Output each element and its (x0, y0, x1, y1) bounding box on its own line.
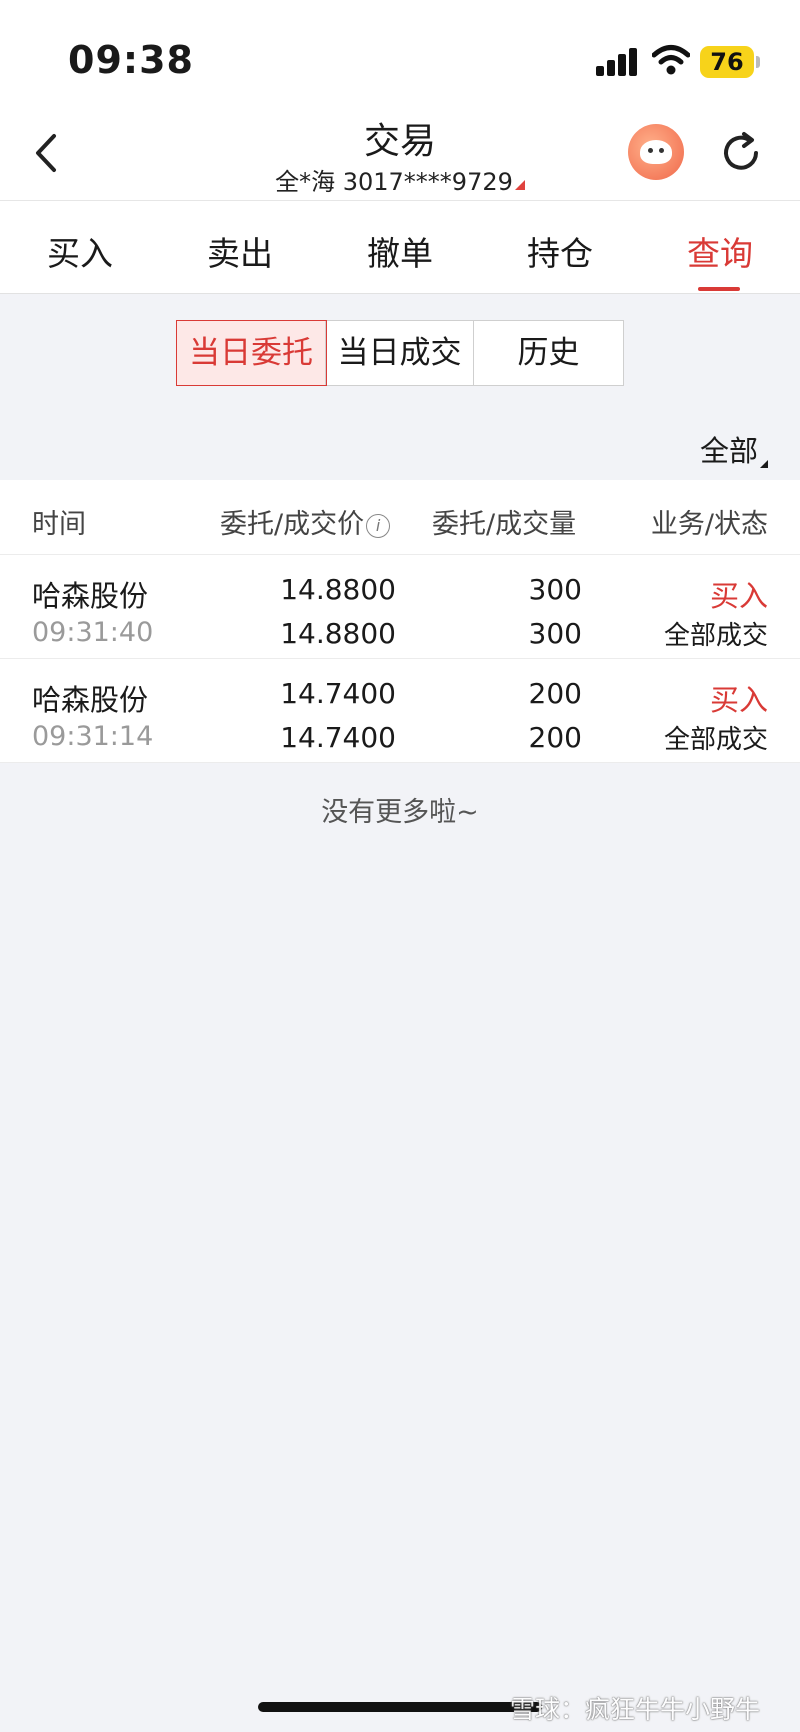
business-type: 买入 (709, 683, 768, 717)
status-bar: 09:38 76 (0, 0, 800, 110)
account-label: 全*海 3017****9729 (275, 168, 513, 196)
assistant-face-icon (640, 140, 672, 164)
segment-history[interactable]: 历史 (474, 321, 623, 385)
query-segment-control: 当日委托 当日成交 历史 (176, 320, 624, 386)
order-time: 09:31:14 (32, 721, 154, 752)
watermark-text: 雪球：疯狂牛牛小野牛 (510, 1695, 761, 1724)
order-state: 全部成交 (663, 725, 768, 755)
header-price: 委托/成交价 i (220, 502, 391, 541)
active-tab-indicator (698, 287, 740, 291)
deal-price: 14.7400 (280, 721, 396, 754)
segment-today-orders[interactable]: 当日委托 (176, 320, 327, 386)
wifi-icon (652, 45, 690, 75)
account-selector[interactable]: 全*海 3017****9729 (0, 162, 800, 197)
trade-tab-bar: 买入 卖出 撤单 持仓 查询 (0, 201, 800, 294)
order-price: 14.7400 (280, 677, 396, 710)
header-status: 业务/状态 (650, 509, 768, 540)
deal-qty: 300 (528, 617, 582, 650)
table-header: 时间 委托/成交价 i 委托/成交量 业务/状态 (0, 480, 800, 555)
no-more-text: 没有更多啦~ (321, 797, 479, 828)
battery-indicator: 76 (700, 46, 754, 78)
order-price: 14.8800 (280, 573, 396, 606)
dropdown-triangle-icon (760, 460, 768, 468)
dropdown-triangle-icon (514, 180, 525, 190)
stock-name: 哈森股份 (32, 683, 149, 717)
status-time: 09:38 (68, 38, 194, 82)
order-qty: 300 (528, 573, 582, 606)
tab-cancel[interactable]: 撤单 (320, 227, 480, 275)
deal-price: 14.8800 (280, 617, 396, 650)
order-state: 全部成交 (663, 621, 768, 651)
assistant-avatar[interactable] (628, 124, 684, 180)
stock-name: 哈森股份 (32, 579, 149, 613)
nav-bar: 交易 全*海 3017****9729 (0, 110, 800, 201)
header-price-label: 委托/成交价 (220, 509, 365, 540)
order-time: 09:31:40 (32, 617, 154, 648)
eye-icon (659, 148, 664, 153)
table-row[interactable]: 哈森股份 09:31:40 14.8800 14.8800 300 300 买入… (0, 555, 800, 659)
tab-positions[interactable]: 持仓 (480, 227, 640, 275)
tab-sell[interactable]: 卖出 (160, 227, 320, 275)
order-qty: 200 (528, 677, 582, 710)
segment-today-deals[interactable]: 当日成交 (326, 321, 474, 385)
refresh-icon[interactable] (718, 130, 764, 176)
info-icon[interactable]: i (366, 514, 391, 538)
eye-icon (648, 148, 653, 153)
battery-cap (756, 56, 760, 68)
business-type: 买入 (709, 579, 768, 613)
header-qty: 委托/成交量 (432, 509, 577, 540)
header-time: 时间 (32, 509, 86, 540)
home-indicator[interactable] (258, 1702, 542, 1712)
tab-query[interactable]: 查询 (640, 227, 800, 275)
cellular-signal-icon (596, 46, 640, 76)
orders-table: 时间 委托/成交价 i 委托/成交量 业务/状态 哈森股份 09:31:40 14… (0, 480, 800, 763)
deal-qty: 200 (528, 721, 582, 754)
status-filter-dropdown[interactable]: 全部 (700, 428, 758, 470)
tab-buy[interactable]: 买入 (0, 227, 160, 275)
table-row[interactable]: 哈森股份 09:31:14 14.7400 14.7400 200 200 买入… (0, 659, 800, 763)
